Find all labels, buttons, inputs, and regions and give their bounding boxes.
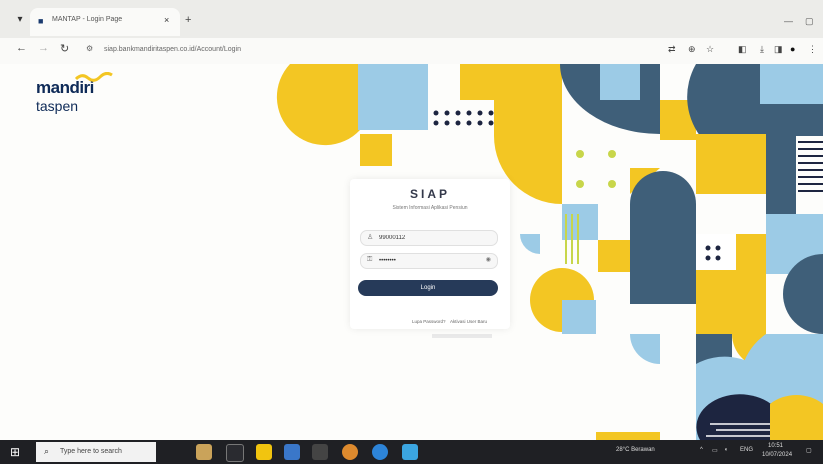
store-icon[interactable] bbox=[312, 444, 328, 460]
windows-taskbar: ⊞ ⌕ Type here to search 28°C Berawan ^ ▭… bbox=[0, 440, 823, 464]
tab-close-icon[interactable]: × bbox=[164, 15, 169, 25]
search-icon: ⌕ bbox=[44, 446, 50, 456]
minimize-icon[interactable]: — bbox=[784, 16, 793, 26]
clock-date[interactable]: 10/07/2024 bbox=[762, 452, 792, 458]
app-title: SIAP bbox=[409, 187, 450, 201]
language-indicator[interactable]: ENG bbox=[740, 447, 753, 453]
login-button[interactable]: Login bbox=[358, 280, 498, 296]
username-field[interactable]: ♙ bbox=[360, 230, 498, 246]
extensions-icon[interactable]: ◧ bbox=[738, 44, 747, 55]
password-field[interactable]: ⚿ ◉ bbox=[360, 253, 498, 269]
browser-tab[interactable]: ■ MANTAP - Login Page × bbox=[30, 8, 180, 36]
username-input[interactable] bbox=[379, 232, 479, 243]
activate-user-link[interactable]: Aktivasi User Baru bbox=[450, 319, 487, 324]
tab-title: MANTAP - Login Page bbox=[52, 16, 123, 23]
address-bar[interactable]: siap.bankmandiritaspen.co.id/Account/Log… bbox=[104, 46, 241, 53]
volume-icon[interactable]: ◖ bbox=[724, 447, 728, 453]
task-view-icon[interactable] bbox=[226, 444, 244, 462]
page-viewport: mandiri taspen SIAP Sistem Informasi Apl… bbox=[0, 64, 823, 440]
maximize-icon[interactable]: ▢ bbox=[805, 16, 814, 27]
site-info-icon[interactable]: ⚙ bbox=[86, 44, 93, 53]
app-subtitle: Sistem Informasi Aplikasi Pensiun bbox=[392, 205, 468, 211]
network-icon[interactable]: ▭ bbox=[712, 447, 718, 454]
edge-icon[interactable] bbox=[372, 444, 388, 460]
tray-chevron-icon[interactable]: ^ bbox=[700, 447, 703, 453]
zoom-icon[interactable]: ⊕ bbox=[688, 44, 696, 55]
forgot-password-link[interactable]: Lupa Password? bbox=[412, 319, 446, 324]
user-icon: ♙ bbox=[367, 234, 374, 241]
tab-bar: ▾ ■ MANTAP - Login Page × + — ▢ bbox=[0, 0, 823, 38]
clock-time[interactable]: 10:51 bbox=[768, 443, 783, 449]
lock-icon: ⚿ bbox=[367, 256, 373, 263]
login-card: SIAP Sistem Informasi Aplikasi Pensiun ♙… bbox=[350, 179, 510, 329]
windows-start-icon[interactable]: ⊞ bbox=[10, 446, 22, 458]
reload-icon[interactable]: ↻ bbox=[60, 42, 69, 55]
downloads-icon[interactable]: ⤓ bbox=[760, 44, 764, 55]
favicon-icon: ■ bbox=[38, 16, 44, 26]
chrome-icon[interactable] bbox=[342, 444, 358, 460]
browser-toolbar: ← → ↻ ⚙ siap.bankmandiritaspen.co.id/Acc… bbox=[0, 38, 823, 65]
taskbar-app-icon[interactable] bbox=[196, 444, 212, 460]
taskbar-search-placeholder: Type here to search bbox=[60, 448, 122, 455]
file-explorer-icon[interactable] bbox=[256, 444, 272, 460]
new-tab-button[interactable]: + bbox=[185, 14, 191, 26]
profile-avatar-icon[interactable]: ● bbox=[790, 44, 795, 54]
browser-window: ▾ ■ MANTAP - Login Page × + — ▢ ← → ↻ ⚙ … bbox=[0, 0, 823, 440]
bookmark-star-icon[interactable]: ☆ bbox=[706, 44, 714, 55]
back-icon[interactable]: ← bbox=[16, 42, 27, 54]
show-password-eye-icon[interactable]: ◉ bbox=[486, 256, 491, 263]
forward-icon[interactable]: → bbox=[38, 42, 49, 54]
taskbar-search[interactable]: ⌕ Type here to search bbox=[36, 442, 156, 462]
notifications-icon[interactable]: ▢ bbox=[806, 447, 812, 454]
weather-status[interactable]: 28°C Berawan bbox=[616, 447, 655, 453]
translate-icon[interactable]: ⇄ bbox=[668, 44, 676, 55]
tab-search-icon[interactable]: ▾ bbox=[12, 12, 28, 28]
mail-icon[interactable] bbox=[284, 444, 300, 460]
password-input[interactable] bbox=[379, 255, 479, 266]
app-icon[interactable] bbox=[402, 444, 418, 460]
sidebar-icon[interactable]: ◨ bbox=[774, 44, 783, 55]
menu-icon[interactable]: ⋮ bbox=[808, 44, 817, 55]
